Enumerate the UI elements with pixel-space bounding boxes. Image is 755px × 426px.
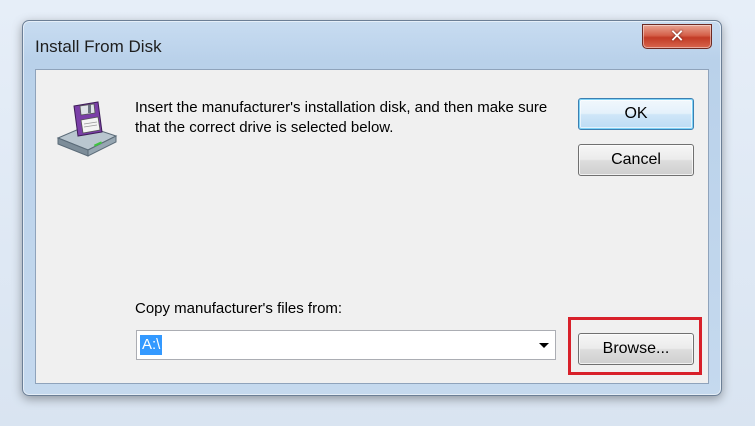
instruction-text: Insert the manufacturer's installation d… <box>135 99 548 136</box>
copy-from-label: Copy manufacturer's files from: <box>135 300 343 317</box>
cancel-button[interactable]: Cancel <box>578 144 694 176</box>
copy-from-value[interactable]: A:\ <box>140 335 163 355</box>
ok-button[interactable]: OK <box>578 98 694 130</box>
close-button[interactable]: ✕ <box>642 24 712 49</box>
install-from-disk-dialog: Install From Disk ✕ Insert the manufactu… <box>22 20 722 396</box>
browse-button[interactable]: Browse... <box>578 333 694 365</box>
dialog-body: Insert the manufacturer's installation d… <box>35 69 709 384</box>
title-bar[interactable]: Install From Disk ✕ <box>23 21 721 69</box>
window-title: Install From Disk <box>35 37 162 56</box>
chevron-down-icon[interactable] <box>539 343 549 348</box>
floppy-disk-drive-icon <box>56 101 118 157</box>
close-icon: ✕ <box>669 25 685 47</box>
copy-from-combobox[interactable]: A:\ <box>136 330 556 360</box>
desktop-background: Install From Disk ✕ Insert the manufactu… <box>0 0 755 426</box>
